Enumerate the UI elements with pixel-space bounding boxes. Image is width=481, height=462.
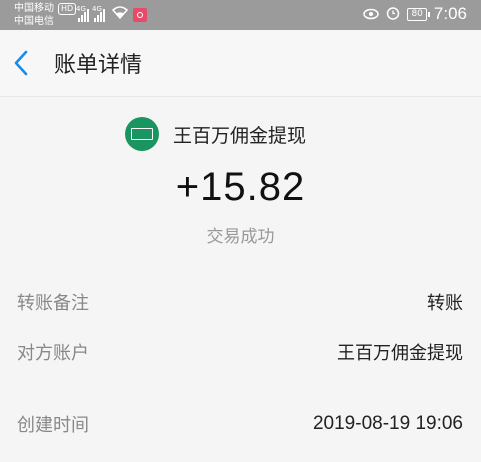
detail-row-created-time: 创建时间 2019-08-19 19:06 <box>0 399 481 449</box>
detail-label: 创建时间 <box>17 415 89 436</box>
transaction-status: 交易成功 <box>206 227 275 247</box>
status-bar: 中国移动 HD 中国电信 4G 4G 80 7:06 <box>0 0 481 30</box>
detail-value: 2019-08-19 19:06 <box>312 413 463 434</box>
alarm-icon <box>386 5 400 24</box>
detail-label: 转账备注 <box>17 293 89 314</box>
merchant-name: 王百万佣金提现 <box>172 124 306 147</box>
carrier-info: 中国移动 HD 中国电信 <box>14 2 77 28</box>
transaction-summary: 王百万佣金提现 +15.82 交易成功 <box>0 97 481 277</box>
eye-icon <box>363 5 380 24</box>
carrier-2: 中国电信 <box>14 16 54 27</box>
wifi-icon <box>111 6 129 22</box>
status-right: 80 7:06 <box>363 4 467 24</box>
signal-1-label: 4G <box>76 5 86 13</box>
hd-badge: HD <box>58 2 77 15</box>
nav-bar: 账单详情 <box>0 30 481 97</box>
app-notification-icon <box>133 8 147 22</box>
page-title: 账单详情 <box>54 53 143 78</box>
signal-indicators: 4G 4G <box>76 5 147 22</box>
detail-value: 转账 <box>427 293 463 314</box>
signal-icon: 4G <box>76 5 89 22</box>
carrier-1: 中国移动 <box>14 3 54 14</box>
signal-icon: 4G <box>92 5 105 22</box>
merchant-info[interactable]: 王百万佣金提现 <box>0 97 481 151</box>
signal-2-label: 4G <box>92 5 102 13</box>
section-divider <box>0 377 481 399</box>
clock: 7:06 <box>433 4 467 23</box>
transaction-amount: +15.82 <box>175 165 306 209</box>
back-button[interactable] <box>12 49 52 77</box>
battery-icon: 80 <box>407 7 431 21</box>
chevron-left-icon <box>14 50 28 76</box>
detail-row-counterparty[interactable]: 对方账户 王百万佣金提现 <box>0 327 481 377</box>
detail-row-remark: 转账备注 转账 <box>0 277 481 327</box>
merchant-logo-icon <box>124 117 159 151</box>
detail-value: 王百万佣金提现 <box>337 343 463 364</box>
detail-label: 对方账户 <box>17 343 89 364</box>
